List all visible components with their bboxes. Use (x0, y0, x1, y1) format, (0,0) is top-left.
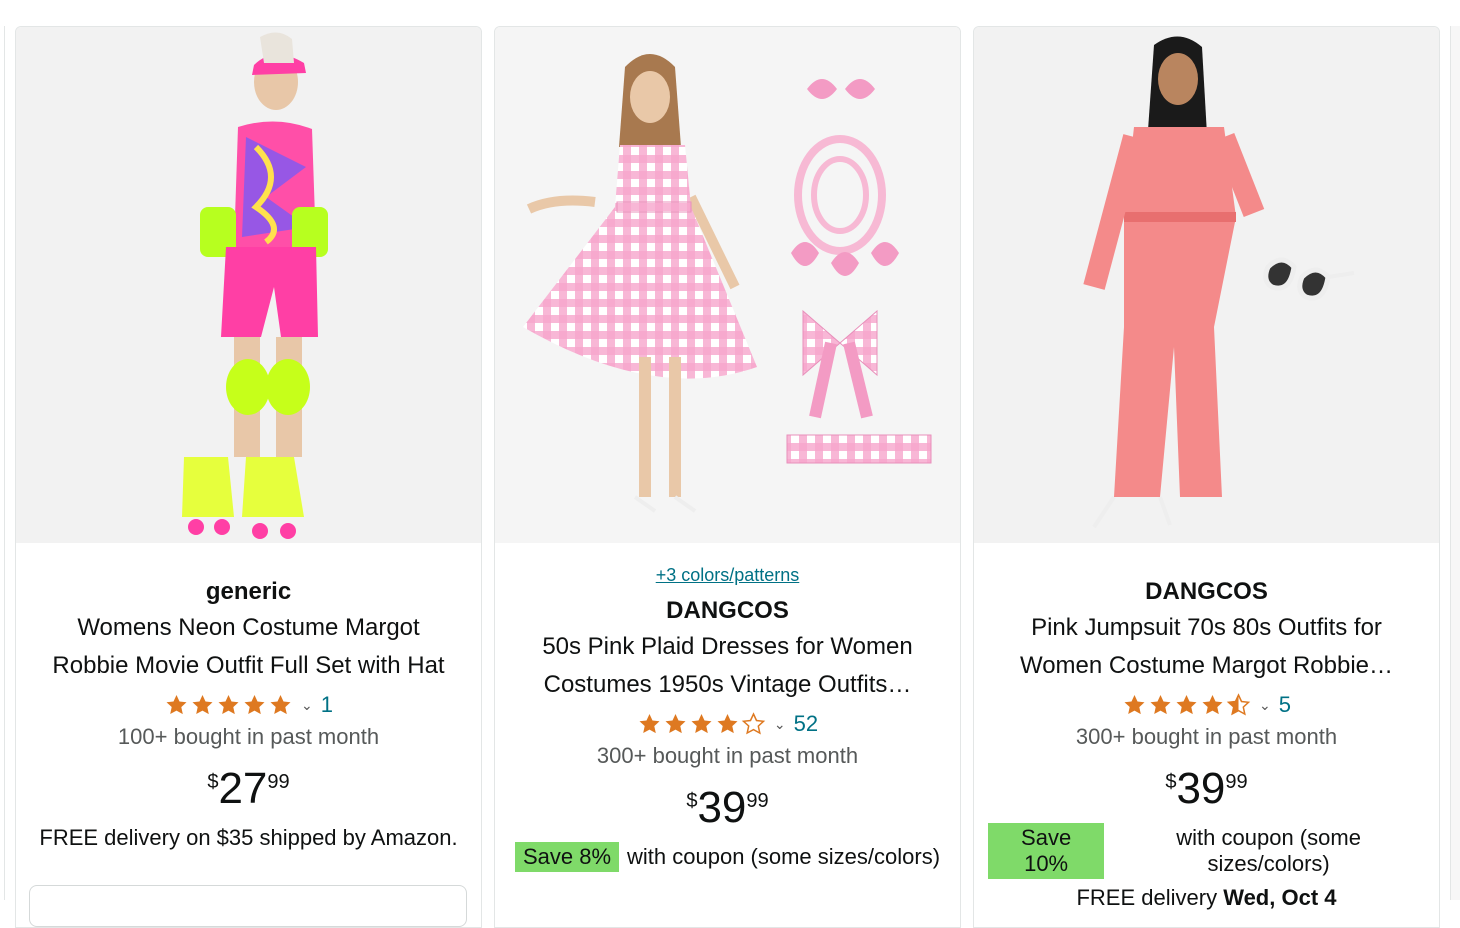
star-icon (639, 714, 660, 734)
delivery-date: Wed, Oct 4 (1223, 885, 1337, 910)
product-card-1[interactable]: generic Womens Neon Costume Margot Robbi… (15, 26, 482, 928)
rating-row[interactable]: ⌄ 52 (509, 708, 946, 740)
chevron-down-icon[interactable]: ⌄ (1259, 697, 1271, 714)
rating-count[interactable]: 5 (1279, 692, 1291, 718)
bought-in-past-month: 300+ bought in past month (596, 743, 859, 768)
rating-row[interactable]: ⌄ 1 (30, 689, 467, 721)
previous-card-edge (0, 26, 5, 900)
product-card-3[interactable]: DANGCOS Pink Jumpsuit 70s 80s Outfits fo… (973, 26, 1440, 928)
delivery-prefix: FREE delivery (1076, 885, 1218, 910)
star-icon (192, 695, 213, 715)
product-card-2[interactable]: +3 colors/patterns DANGCOS 50s Pink Plai… (494, 26, 961, 928)
chevron-down-icon[interactable]: ⌄ (301, 697, 313, 714)
pink-jumpsuit-image (1083, 36, 1355, 529)
product-title[interactable]: Pink Jumpsuit 70s 80s Outfits for Women … (988, 609, 1425, 685)
star-icon (218, 695, 239, 715)
product-title-line-1[interactable]: Pink Jumpsuit 70s 80s Outfits for (988, 609, 1425, 647)
price-symbol: $ (686, 790, 698, 812)
delivery-info: FREE delivery on $35 shipped by Amazon. (39, 825, 458, 850)
rating-stars[interactable] (637, 712, 766, 736)
more-colors-link[interactable]: +3 colors/patterns (656, 565, 800, 586)
bought-in-past-month: 300+ bought in past month (1075, 724, 1338, 749)
product-title[interactable]: 50s Pink Plaid Dresses for Women Costume… (509, 628, 946, 704)
price-fraction: 99 (1225, 771, 1248, 793)
product-title-line-1[interactable]: Womens Neon Costume Margot (30, 609, 467, 647)
save-badge[interactable]: Save 8% (514, 842, 620, 872)
price-fraction: 99 (746, 790, 769, 812)
next-card-edge (1450, 26, 1460, 900)
coupon-row[interactable]: Save 8% with coupon (some sizes/colors) (509, 842, 946, 872)
price-whole: 39 (697, 783, 747, 832)
star-icon (691, 714, 712, 734)
product-title-line-2[interactable]: Robbie Movie Outfit Full Set with Hat (30, 647, 467, 685)
half-star-icon (1226, 693, 1251, 716)
price-symbol: $ (207, 771, 219, 793)
product-title-line-1[interactable]: 50s Pink Plaid Dresses for Women (509, 628, 946, 666)
star-icon (717, 714, 738, 734)
product-image[interactable] (16, 27, 481, 543)
product-brand: DANGCOS (666, 597, 789, 624)
price[interactable]: $ 39 99 (509, 784, 946, 832)
rating-count[interactable]: 1 (321, 692, 333, 718)
save-badge[interactable]: Save 10% (988, 823, 1105, 879)
bought-in-past-month: 100+ bought in past month (117, 724, 380, 749)
add-to-cart-button[interactable] (29, 885, 467, 927)
product-image[interactable] (974, 27, 1439, 543)
price-whole: 27 (218, 764, 268, 813)
star-icon (1150, 695, 1171, 715)
rating-row[interactable]: ⌄ 5 (988, 689, 1425, 721)
plaid-dress-image (495, 27, 960, 543)
star-icon (665, 714, 686, 734)
rating-stars[interactable] (1122, 693, 1251, 717)
coupon-text: with coupon (some sizes/colors) (627, 844, 941, 869)
empty-star-icon (741, 712, 766, 735)
star-icon (1124, 695, 1145, 715)
star-icon (270, 695, 291, 715)
price[interactable]: $ 39 99 (988, 765, 1425, 813)
product-brand: DANGCOS (1145, 578, 1268, 605)
delivery-info: FREE delivery Wed, Oct 4 (988, 885, 1425, 911)
star-icon (244, 695, 265, 715)
product-brand: generic (205, 578, 292, 605)
star-icon (166, 695, 187, 715)
star-icon (1176, 695, 1197, 715)
skater-costume-image (182, 32, 328, 539)
product-title-line-2[interactable]: Women Costume Margot Robbie… (988, 647, 1425, 685)
rating-count[interactable]: 52 (794, 711, 818, 737)
product-image[interactable] (495, 27, 960, 543)
price[interactable]: $ 27 99 (30, 765, 467, 813)
price-fraction: 99 (267, 771, 290, 793)
rating-stars[interactable] (164, 693, 293, 717)
chevron-down-icon[interactable]: ⌄ (774, 716, 786, 733)
star-icon (1202, 695, 1223, 715)
coupon-text: with coupon (some sizes/colors) (1176, 825, 1361, 876)
price-whole: 39 (1176, 764, 1226, 813)
coupon-row[interactable]: Save 10% with coupon (some sizes/colors) (988, 823, 1425, 879)
product-title-line-2[interactable]: Costumes 1950s Vintage Outfits… (509, 666, 946, 704)
price-symbol: $ (1165, 771, 1177, 793)
product-title[interactable]: Womens Neon Costume Margot Robbie Movie … (30, 609, 467, 685)
